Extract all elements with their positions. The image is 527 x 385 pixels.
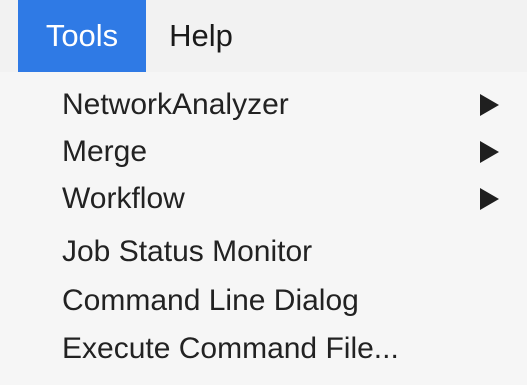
menu-item-execute-command-file[interactable]: Execute Command File... bbox=[0, 326, 527, 372]
menu-item-job-status-monitor[interactable]: Job Status Monitor bbox=[0, 229, 527, 275]
menu-tools[interactable]: Tools bbox=[18, 0, 146, 72]
menu-item-networkanalyzer[interactable]: NetworkAnalyzer bbox=[0, 82, 527, 128]
menu-item-label: Merge bbox=[62, 135, 148, 168]
menu-item-label: NetworkAnalyzer bbox=[62, 88, 289, 121]
menu-help[interactable]: Help bbox=[146, 0, 256, 72]
menu-item-label: Workflow bbox=[62, 182, 185, 215]
tools-dropdown-menu: NetworkAnalyzer Merge Workflow Job Statu… bbox=[0, 72, 527, 385]
submenu-arrow-icon bbox=[480, 188, 499, 210]
menu-item-label: Command Line Dialog bbox=[62, 284, 359, 317]
submenu-arrow-icon bbox=[480, 94, 499, 116]
menu-item-label: Job Status Monitor bbox=[62, 235, 313, 268]
menu-bar: Tools Help bbox=[0, 0, 527, 72]
menu-item-label: Execute Command File... bbox=[62, 332, 399, 365]
menu-item-workflow[interactable]: Workflow bbox=[0, 176, 527, 222]
menu-item-command-line-dialog[interactable]: Command Line Dialog bbox=[0, 278, 527, 324]
menu-item-merge[interactable]: Merge bbox=[0, 129, 527, 175]
submenu-arrow-icon bbox=[480, 141, 499, 163]
